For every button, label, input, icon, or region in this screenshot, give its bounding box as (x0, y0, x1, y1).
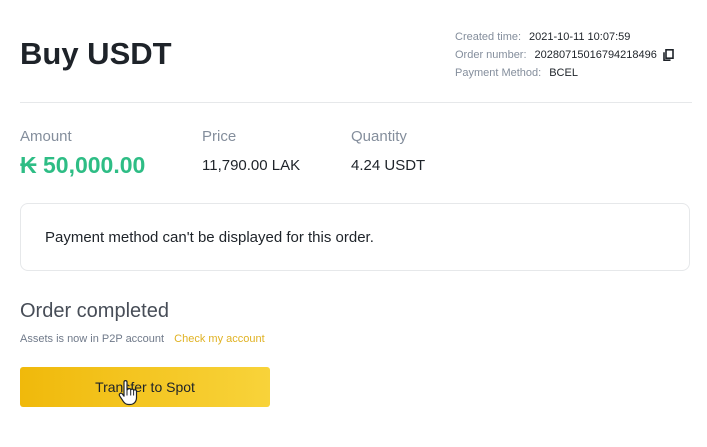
assets-location-text: Assets is now in P2P account (20, 333, 165, 345)
order-status-subtitle: Assets is now in P2P account Check my ac… (20, 331, 265, 347)
check-account-link[interactable]: Check my account (174, 333, 264, 345)
amount-value: ₭ 50,000.00 (20, 152, 146, 178)
order-meta: Created time: 2021-10-11 10:07:59 Order … (455, 28, 674, 82)
transfer-to-spot-button[interactable]: Transfer to Spot (20, 367, 270, 407)
amount-stat: Amount ₭ 50,000.00 (20, 127, 145, 179)
created-time-value: 2021-10-11 10:07:59 (529, 31, 631, 43)
quantity-label: Quantity (351, 128, 407, 145)
payment-method-value: BCEL (549, 67, 578, 79)
payment-method-notice: Payment method can't be displayed for th… (20, 203, 690, 271)
price-label: Price (202, 128, 237, 145)
order-number-value: 20280715016794218496 (534, 49, 657, 61)
notice-text: Payment method can't be displayed for th… (45, 228, 374, 246)
page-title: Buy USDT (20, 36, 172, 71)
header-divider (20, 102, 692, 103)
payment-method-row: Payment Method: BCEL (455, 64, 674, 82)
order-number-label: Order number: (455, 49, 527, 61)
created-time-label: Created time: (455, 31, 522, 43)
created-time-row: Created time: 2021-10-11 10:07:59 (455, 28, 674, 46)
price-stat: Price 11,790.00 LAK (202, 127, 300, 177)
amount-label: Amount (20, 128, 72, 145)
order-status-title: Order completed (20, 300, 169, 322)
copy-icon[interactable] (663, 49, 674, 61)
order-number-row: Order number: 20280715016794218496 (455, 46, 674, 64)
quantity-value: 4.24 USDT (351, 157, 426, 174)
payment-method-label: Payment Method: (455, 67, 542, 79)
quantity-stat: Quantity 4.24 USDT (351, 127, 425, 177)
price-value: 11,790.00 LAK (202, 157, 301, 174)
